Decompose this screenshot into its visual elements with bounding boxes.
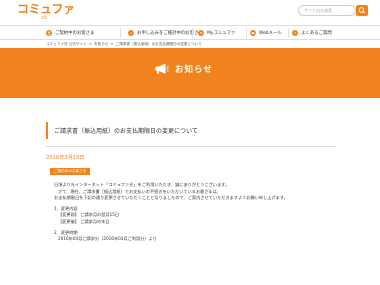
banner-heading: お知らせ bbox=[155, 63, 213, 75]
nav-item-webmail[interactable]: Webメール bbox=[250, 26, 282, 40]
greeting-text: 日頃より光インターネット「コミュファ光」をご利用いただき、誠にありがとうございま… bbox=[54, 182, 230, 187]
my-icon: M bbox=[198, 30, 204, 36]
breadcrumb-separator: > bbox=[88, 42, 92, 46]
page-title: お知らせ bbox=[175, 65, 213, 75]
breadcrumb-current: ご請求書（振込用紙）のお支払期限日の変更について bbox=[115, 42, 202, 46]
article-body: 日頃より光インターネット「コミュファ光」をご利用いただき、誠にありがとうございま… bbox=[54, 182, 288, 243]
divider bbox=[46, 146, 336, 147]
global-nav: ご契約中のお客さま お申し込みをご検討中のお客さま M Myコミュファ Webメ… bbox=[0, 25, 380, 40]
breadcrumb-link-news[interactable]: お知らせ bbox=[94, 42, 108, 46]
page-banner: お知らせ bbox=[0, 48, 380, 98]
nav-divider bbox=[192, 28, 193, 38]
nav-label: Myコミュファ bbox=[207, 31, 236, 36]
article-date: 2016年3月15日 bbox=[46, 155, 85, 161]
category-badge: ご契約中のお客さま bbox=[50, 168, 91, 175]
site-header: コミュファ ctc サイト内を検索 bbox=[0, 0, 380, 25]
section-1-after: 【変更後】 ご請求月の末日 bbox=[58, 218, 110, 224]
nav-label: Webメール bbox=[259, 31, 282, 36]
question-icon: ? bbox=[292, 30, 298, 36]
svg-text:M: M bbox=[200, 31, 203, 35]
nav-divider bbox=[120, 28, 121, 38]
person-icon bbox=[46, 30, 52, 36]
nav-divider bbox=[246, 28, 247, 38]
breadcrumb-separator: > bbox=[110, 42, 114, 46]
breadcrumb: コミュファ光 公式サイト > お知らせ > ご請求書（振込用紙）のお支払期限日の… bbox=[46, 42, 203, 47]
nav-label: よくあるご質問 bbox=[301, 31, 332, 36]
nav-item-faq[interactable]: ? よくあるご質問 bbox=[292, 26, 332, 40]
nav-item-existing-customers[interactable]: ご契約中のお客さま bbox=[46, 26, 95, 40]
section-2-detail: 2016年04月ご請求分（2016年03月ご利用分）より bbox=[58, 236, 157, 242]
mail-icon bbox=[250, 30, 256, 36]
section-1-before: 【変更前】 ご請求月の翌月15日 bbox=[58, 212, 120, 218]
logo-text: コミュファ bbox=[17, 2, 75, 16]
article-title: ご請求書（振込用紙）のお支払期限日の変更について bbox=[46, 122, 336, 139]
logo-sub: ctc bbox=[41, 15, 47, 20]
nav-label: ご契約中のお客さま bbox=[55, 31, 95, 36]
megaphone-icon bbox=[155, 63, 169, 74]
search-icon bbox=[356, 5, 368, 16]
search-input[interactable]: サイト内を検索 bbox=[298, 5, 356, 16]
svg-text:?: ? bbox=[294, 31, 296, 35]
nav-divider bbox=[288, 28, 289, 38]
pencil-icon bbox=[128, 30, 134, 36]
search-button[interactable] bbox=[356, 5, 368, 16]
breadcrumb-link-home[interactable]: コミュファ光 公式サイト bbox=[46, 42, 87, 46]
site-logo[interactable]: コミュファ ctc bbox=[17, 2, 75, 20]
nav-item-my-commufa[interactable]: M Myコミュファ bbox=[198, 26, 235, 40]
intro-text-2: お支払期限日を下記の通り変更させていただくこととなりましたので、ご案内させていた… bbox=[54, 195, 288, 201]
